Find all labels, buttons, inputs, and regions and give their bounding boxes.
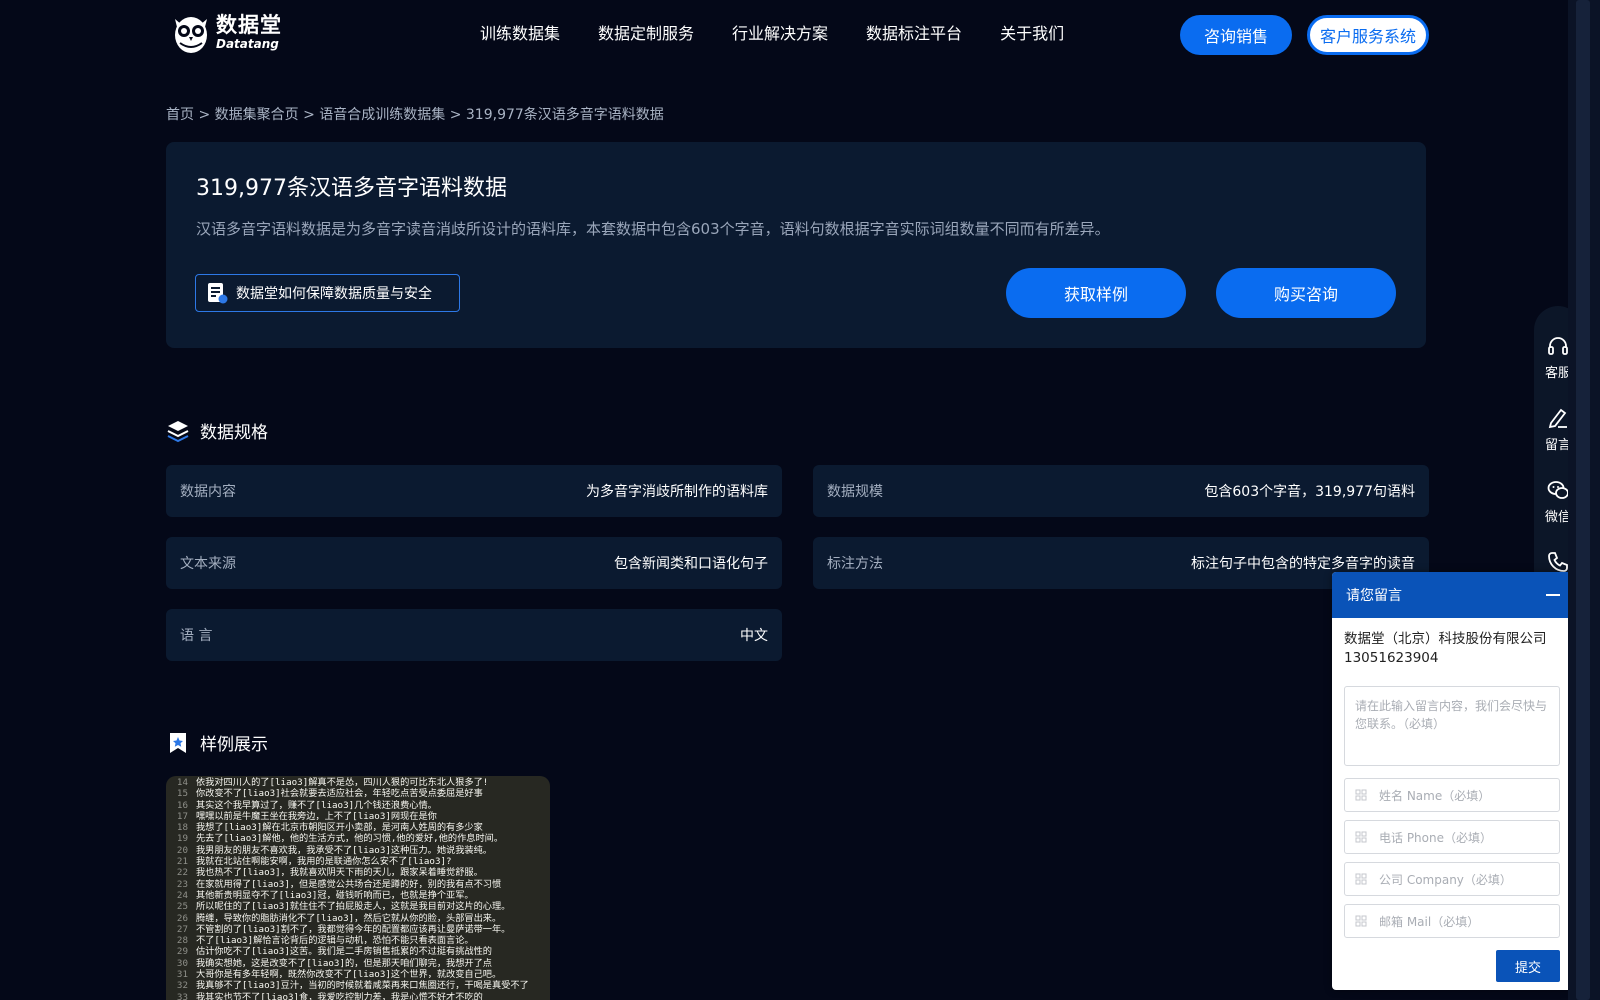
sample-line: 20 我男朋友的朋友不喜欢我，我承受不了[liao3]这种压力。她说我装纯。	[176, 844, 492, 856]
spec-value: 为多音字消歧所制作的语料库	[586, 484, 768, 500]
customer-service-button[interactable]: 客户服务系统	[1307, 15, 1429, 55]
company-field[interactable]: 公司 Company（必填）	[1344, 862, 1560, 896]
spec-key: 文本来源	[180, 556, 236, 572]
spec-row-language: 语 言 中文	[166, 609, 782, 661]
spec-key: 语 言	[180, 628, 213, 644]
spec-key: 标注方法	[827, 556, 883, 572]
nav-industry-solutions[interactable]: 行业解决方案	[732, 20, 828, 44]
message-panel-header: 请您留言	[1332, 572, 1572, 618]
nav-about-us[interactable]: 关于我们	[1000, 20, 1064, 44]
spec-row-source: 文本来源 包含新闻类和口语化句子	[166, 537, 782, 589]
submit-button[interactable]: 提交	[1496, 950, 1560, 982]
company-phone: 13051623904	[1344, 650, 1439, 666]
spec-key: 数据规模	[827, 484, 883, 500]
logo-cn-text: 数据堂	[216, 12, 282, 37]
headset-icon	[1548, 337, 1568, 355]
sample-line: 14 依我对四川人的了[liao3]解真不是怂，四川人狠的可比东北人狠多了!	[176, 777, 489, 788]
field-icon	[1355, 915, 1367, 927]
sample-line: 27 不管割的了[liao3]割不了，我都觉得今年的配置都应该再让曼萨诺带一年。	[176, 923, 511, 935]
field-icon	[1355, 789, 1367, 801]
scrollbar-thumb[interactable]	[1576, 0, 1590, 1000]
spec-value: 中文	[740, 628, 768, 644]
sample-line: 30 我确实想她，这是改变不了[liao3]的，但是那天咱们聊完，我想开了点	[176, 957, 492, 969]
owl-logo-icon	[175, 17, 207, 53]
sample-line: 25 所以呢住的了[liao3]就住住不了拍屁股走人，这就是我目前对这片的心理。	[176, 901, 511, 913]
contact-sales-button[interactable]: 咨询销售	[1180, 15, 1292, 55]
sample-line: 33 我其实也节不了[liao3]食，我爱吃控制力差，我是心慌不好才不吃的	[176, 991, 483, 1000]
sample-line: 19 先去了[liao3]解他，他的生活方式，他的习惯,他的爱好,他的作息时间。	[176, 833, 504, 845]
sample-line: 22 我也热不了[liao3]，我就喜欢阴天下雨的天儿，跟家呆着睡觉舒服。	[176, 867, 483, 879]
email-field[interactable]: 邮箱 Mail（必填）	[1344, 904, 1560, 938]
spec-value: 包含新闻类和口语化句子	[614, 556, 768, 572]
get-sample-button[interactable]: 获取样例	[1006, 268, 1186, 318]
quality-link-label: 数据堂如何保障数据质量与安全	[236, 286, 432, 302]
field-placeholder: 公司 Company（必填）	[1379, 872, 1512, 887]
company-name: 数据堂（北京）科技股份有限公司	[1344, 631, 1547, 647]
sample-line: 24 其他新贵明显夺不了[liao3]冠，碰钱听响而已，也就是挣个亚军。	[176, 889, 474, 901]
spec-row-scale: 数据规模 包含603个字音，319,977句语料	[813, 465, 1429, 517]
quality-security-link[interactable]: 数据堂如何保障数据质量与安全	[195, 274, 460, 312]
field-placeholder: 邮箱 Mail（必填）	[1379, 914, 1480, 929]
bookmark-star-icon	[170, 732, 186, 753]
purchase-inquiry-button[interactable]: 购买咨询	[1216, 268, 1396, 318]
page-title: 319,977条汉语多音字语料数据	[196, 176, 507, 201]
minimize-icon[interactable]	[1546, 594, 1560, 596]
nav-custom-data-service[interactable]: 数据定制服务	[598, 20, 694, 44]
nav-training-datasets[interactable]: 训练数据集	[480, 20, 560, 44]
field-placeholder: 姓名 Name（必填）	[1379, 788, 1491, 803]
sample-line: 15 你改变不了[liao3]社会就要去适应社会，年轻吃点苦受点委屈是好事	[176, 788, 483, 800]
sample-section-heading: 样例展示	[166, 730, 268, 755]
pen-icon	[1548, 408, 1567, 429]
message-panel-title: 请您留言	[1346, 588, 1402, 604]
sample-line: 18 我想了[liao3]解在北京市朝阳区开小卖部，是河南人姓周的有多少家	[176, 822, 483, 834]
phone-field[interactable]: 电话 Phone（必填）	[1344, 820, 1560, 854]
sample-line: 32 我真够不了[liao3]豆汁，当初的时候就着咸菜再来口焦圈还行，干喝是真受不…	[176, 980, 529, 992]
leave-message-panel: 请您留言 数据堂（北京）科技股份有限公司 13051623904 请在此输入留言…	[1332, 572, 1572, 990]
spec-row-content: 数据内容 为多音字消歧所制作的语料库	[166, 465, 782, 517]
specs-section-heading: 数据规格	[166, 418, 268, 443]
logo-en-text: Datatang	[216, 36, 279, 51]
field-icon	[1355, 831, 1367, 843]
field-placeholder: 电话 Phone（必填）	[1379, 830, 1492, 845]
nav-annotation-platform[interactable]: 数据标注平台	[866, 20, 962, 44]
datatang-logo[interactable]: 数据堂 Datatang	[168, 8, 298, 56]
sample-line: 17 嘿嘿以前是牛魔王坐在我旁边，上不了[liao3]网现在是你	[176, 810, 437, 822]
sample-line: 21 我就在北站住啊能安啊，我用的是联通你怎么安不了[liao3]?	[176, 856, 452, 868]
sample-line: 23 在家就用得了[liao3]，但是感觉公共场合还是蹲的好，别的我有点不习惯	[176, 878, 502, 890]
message-textarea[interactable]: 请在此输入留言内容，我们会尽快与您联系。（必填）	[1344, 686, 1560, 766]
document-shield-icon	[208, 283, 228, 304]
sample-line: 29 估计你吃不了[liao3]这苦。我们是二手房销售抵累的不过挺有挑战性的	[176, 946, 492, 958]
page-scrollbar[interactable]	[1568, 0, 1600, 1000]
sample-title: 样例展示	[200, 735, 268, 755]
field-icon	[1355, 873, 1367, 885]
main-nav: 训练数据集 数据定制服务 行业解决方案 数据标注平台 关于我们	[480, 20, 1102, 44]
wechat-icon	[1547, 481, 1569, 499]
dataset-description: 汉语多音字语料数据是为多音字读音消歧所设计的语料库，本套数据中包含603个字音，…	[196, 220, 1110, 238]
name-field[interactable]: 姓名 Name（必填）	[1344, 778, 1560, 812]
sample-line: 31 大哥你是有多年轻啊，既然你改变不了[liao3]这个世界，就改变自己吧。	[176, 969, 502, 981]
spec-key: 数据内容	[180, 484, 236, 500]
company-info: 数据堂（北京）科技股份有限公司 13051623904	[1332, 618, 1572, 668]
spec-value: 标注句子中包含的特定多音字的读音	[1191, 556, 1415, 572]
dataset-hero-card: 319,977条汉语多音字语料数据 汉语多音字语料数据是为多音字读音消歧所设计的…	[166, 142, 1426, 348]
sample-line: 16 其实这个我早算过了，赚不了[liao3]几个钱还浪费心情。	[176, 799, 437, 811]
sample-line: 26 腾缠，导致你的脂肪消化不了[liao3]，然后它就从你的脸，头部冒出来。	[176, 912, 502, 924]
spec-value: 包含603个字音，319,977句语料	[1204, 484, 1415, 500]
layers-icon	[167, 420, 189, 442]
breadcrumb[interactable]: 首页 > 数据集聚合页 > 语音合成训练数据集 > 319,977条汉语多音字语…	[166, 104, 664, 124]
sample-code-preview: 14 依我对四川人的了[liao3]解真不是怂，四川人狠的可比东北人狠多了! 15…	[166, 776, 550, 1000]
phone-icon	[1548, 552, 1568, 572]
specs-title: 数据规格	[200, 423, 268, 443]
sample-line: 28 不了[liao3]解恰言论背后的逻辑与动机，恐怕不能只看表面言论。	[176, 935, 474, 947]
